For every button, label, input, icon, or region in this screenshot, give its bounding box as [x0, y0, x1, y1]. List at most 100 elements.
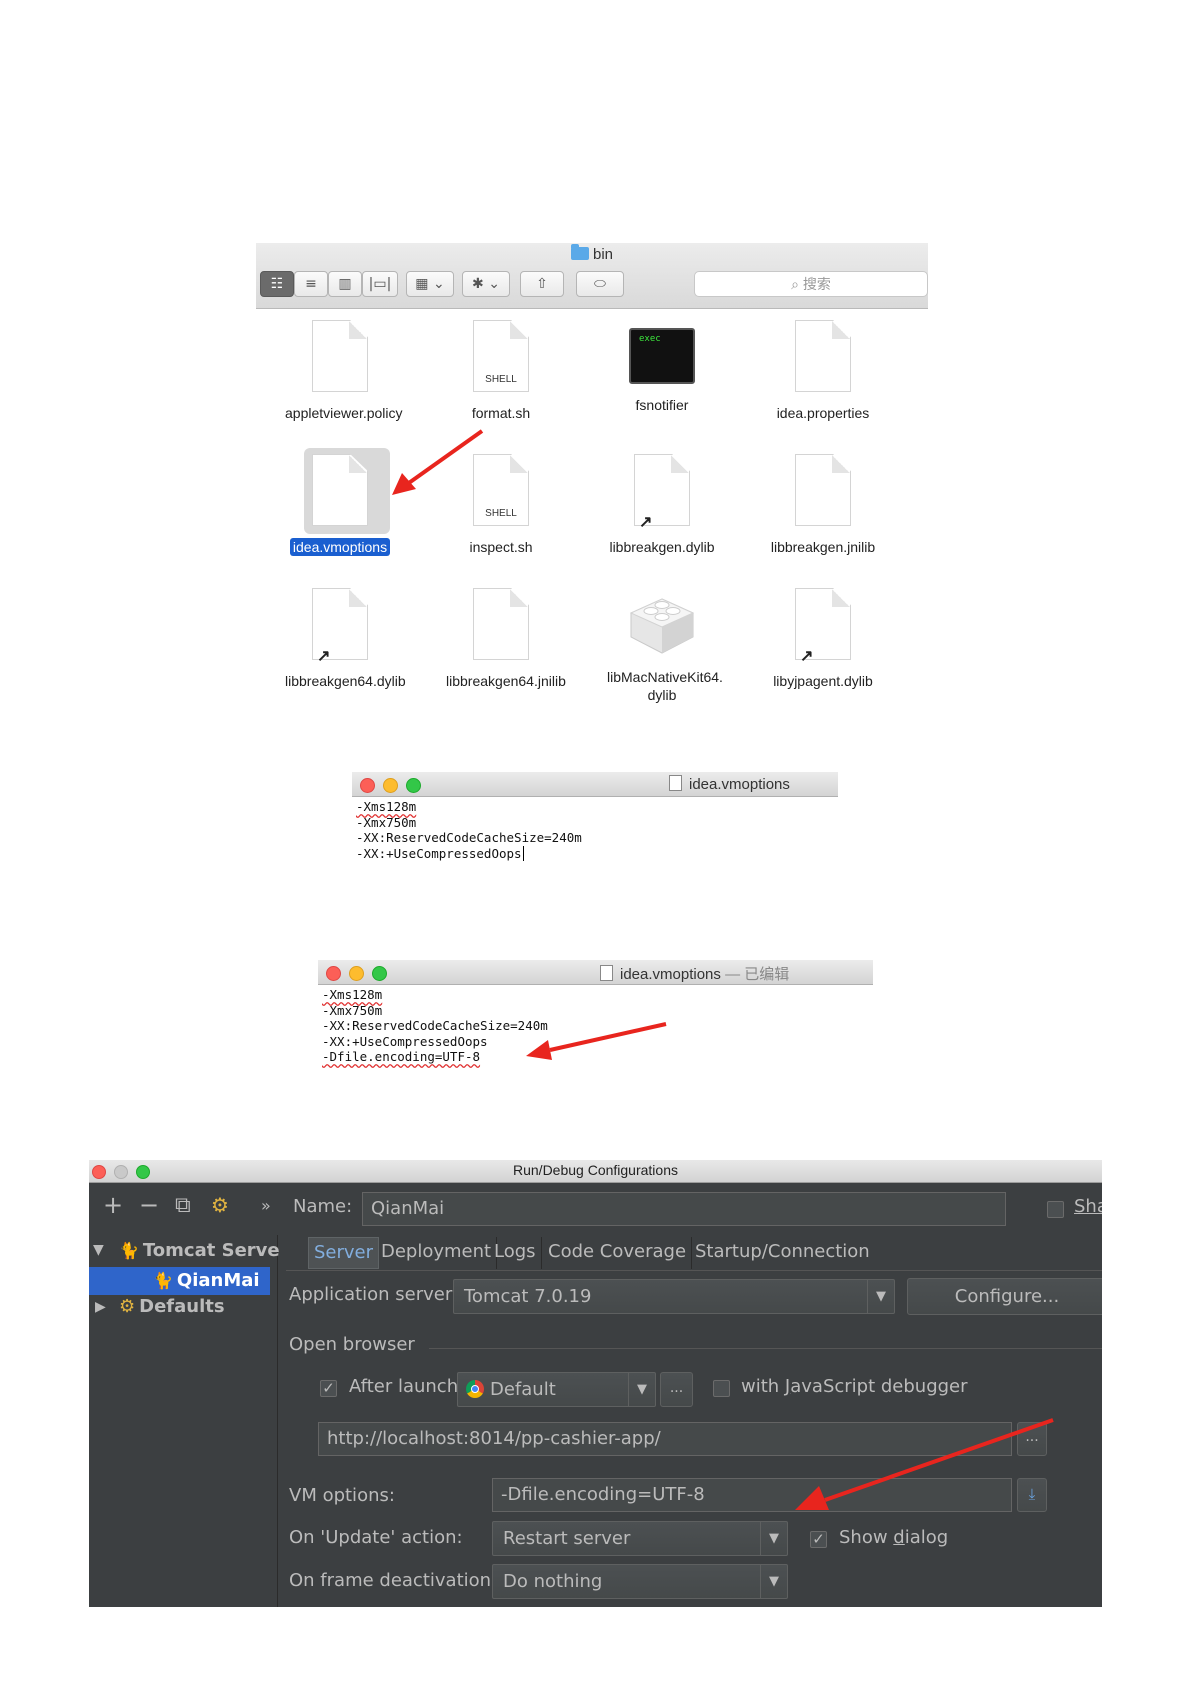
editor-text-area[interactable]: -Xms128m -Xmx750m -XX:ReservedCodeCacheSiz…	[356, 799, 582, 861]
file-name: appletviewer.policy	[285, 405, 403, 421]
red-arrow-annotation	[795, 1418, 1054, 1510]
minimize-icon[interactable]	[349, 966, 364, 981]
file-name: fsnotifier	[635, 397, 689, 413]
alias-arrow-icon: ↗	[800, 648, 814, 665]
file-item[interactable]: libMacNativeKit64. dylib	[607, 588, 723, 704]
after-launch-checkbox[interactable]: ✓	[320, 1380, 337, 1397]
collapse-icon[interactable]: ▶	[95, 1299, 106, 1315]
share-button[interactable]: ⇧	[520, 271, 564, 297]
close-icon[interactable]	[360, 778, 375, 793]
red-arrow-annotation	[392, 429, 484, 495]
share-checkbox[interactable]	[1047, 1201, 1064, 1218]
file-name: idea.vmoptions	[289, 538, 391, 556]
document-icon	[473, 588, 529, 660]
tree-item-qianmai[interactable]: 🐈 QianMai	[89, 1267, 270, 1295]
more-icon[interactable]: »	[261, 1196, 271, 1215]
tomcat-icon: 🐈	[153, 1271, 173, 1290]
file-name-line2: dylib	[647, 687, 677, 703]
tag-button[interactable]: ⬭	[576, 271, 624, 297]
chevron-down-icon: ▼	[760, 1565, 787, 1598]
text-line: -XX:ReservedCodeCacheSize=240m	[356, 830, 582, 845]
frame-deactivation-select[interactable]: Do nothing ▼	[492, 1564, 788, 1599]
file-item[interactable]: libbreakgen.jnilib	[768, 454, 878, 556]
name-input[interactable]: QianMai	[362, 1192, 1006, 1226]
javascript-debugger-checkbox[interactable]	[713, 1380, 730, 1397]
application-server-select[interactable]: Tomcat 7.0.19 ▼	[453, 1279, 895, 1314]
tree-item-defaults[interactable]: ⚙ Defaults	[119, 1296, 225, 1317]
editor-text-area[interactable]: -Xms128m -Xmx750m -XX:ReservedCodeCacheSiz…	[322, 987, 548, 1065]
update-action-select[interactable]: Restart server ▼	[492, 1521, 788, 1556]
search-icon: ⌕	[791, 276, 803, 292]
action-gear-button[interactable]: ✱ ⌄	[462, 271, 510, 297]
file-name: format.sh	[471, 405, 531, 421]
edit-defaults-icon[interactable]: ⚙	[211, 1193, 229, 1217]
add-icon[interactable]: +	[103, 1191, 123, 1219]
list-view-button[interactable]: ≡	[294, 271, 328, 297]
document-icon	[669, 775, 682, 791]
text-line: -Xms128m	[322, 987, 383, 1002]
remove-icon[interactable]: −	[139, 1191, 159, 1219]
file-item[interactable]: SHELL format.sh	[446, 320, 556, 422]
file-item-selected[interactable]: idea.vmoptions	[285, 448, 395, 557]
text-line: -XX:+UseCompressedOops	[356, 845, 522, 861]
editor-title: idea.vmoptions — 已编辑	[600, 963, 789, 984]
column-view-button[interactable]: ▥	[328, 271, 362, 297]
tab-server[interactable]: Server	[308, 1237, 380, 1269]
edited-status: — 已编辑	[725, 966, 790, 983]
document-icon	[600, 965, 613, 981]
document-icon	[312, 454, 368, 526]
divider	[429, 1348, 1102, 1349]
file-item[interactable]: appletviewer.policy	[285, 320, 403, 422]
configure-button[interactable]: Configure...	[907, 1278, 1102, 1315]
text-line-added: -Dfile.encoding=UTF-8	[322, 1049, 481, 1064]
browser-select[interactable]: Default ▼	[457, 1372, 656, 1407]
show-dialog-checkbox[interactable]: ✓	[810, 1531, 827, 1548]
share-label: Sha	[1074, 1196, 1102, 1217]
terminal-exec-icon: exec	[629, 328, 695, 384]
coverflow-view-button[interactable]: |▭|	[362, 271, 398, 297]
arrange-button[interactable]: ▦ ⌄	[406, 271, 454, 297]
text-line: -XX:ReservedCodeCacheSize=240m	[322, 1018, 548, 1033]
tomcat-icon: 🐈	[119, 1241, 139, 1260]
browse-browser-button[interactable]: ...	[660, 1372, 693, 1407]
finder-window: bin ☷ ≡ ▥ |▭| ▦ ⌄ ✱ ⌄ ⇧ ⬭ ⌕ 搜索 appletvie…	[256, 243, 928, 713]
update-action-label: On 'Update' action:	[289, 1527, 463, 1548]
zoom-icon[interactable]	[406, 778, 421, 793]
search-field[interactable]: ⌕ 搜索	[694, 271, 928, 297]
text-line: -Xmx750m	[356, 814, 417, 830]
file-item[interactable]: ↗ libyjpagent.dylib	[768, 588, 878, 690]
editor-titlebar: idea.vmoptions — 已编辑	[318, 960, 873, 985]
expand-icon[interactable]: ▼	[93, 1242, 104, 1258]
editor-titlebar: idea.vmoptions	[352, 772, 838, 797]
tab-deployment[interactable]: Deployment	[376, 1237, 498, 1269]
close-icon[interactable]	[326, 966, 341, 981]
file-item[interactable]: ↗ libbreakgen.dylib	[607, 454, 717, 556]
javascript-debugger-label: with JavaScript debugger	[741, 1376, 968, 1397]
document-icon	[312, 320, 368, 392]
file-name: libbreakgen64.dylib	[285, 673, 406, 689]
after-launch-label: After launch	[349, 1376, 459, 1397]
tab-code-coverage[interactable]: Code Coverage	[543, 1237, 693, 1269]
tab-startup-connection[interactable]: Startup/Connection	[690, 1237, 875, 1269]
open-browser-label: Open browser	[289, 1334, 415, 1355]
minimize-icon[interactable]	[383, 778, 398, 793]
chevron-down-icon: ▼	[867, 1280, 894, 1313]
zoom-icon[interactable]	[372, 966, 387, 981]
red-arrow-annotation	[526, 1022, 667, 1060]
frame-deactivation-label: On frame deactivation:	[289, 1570, 498, 1591]
file-item[interactable]: ↗ libbreakgen64.dylib	[285, 588, 406, 690]
tab-logs[interactable]: Logs	[489, 1237, 542, 1269]
file-item[interactable]: idea.properties	[768, 320, 878, 422]
tree-item-tomcat-server[interactable]: 🐈 Tomcat Serve	[119, 1240, 280, 1261]
text-cursor	[522, 845, 524, 861]
file-item[interactable]: exec fsnotifier	[607, 320, 717, 414]
editor-window-original: idea.vmoptions -Xms128m -Xmx750m -XX:Reser…	[352, 772, 838, 868]
file-name: libbreakgen.jnilib	[770, 539, 876, 555]
application-server-label: Application server:	[289, 1284, 459, 1305]
dialog-title: Run/Debug Configurations	[513, 1162, 678, 1178]
file-name: idea.properties	[776, 405, 870, 421]
icon-view-button[interactable]: ☷	[260, 271, 294, 297]
show-dialog-label: Show dialog	[839, 1527, 949, 1548]
copy-icon[interactable]: ⧉	[175, 1193, 191, 1218]
file-item[interactable]: libbreakgen64.jnilib	[446, 588, 566, 690]
